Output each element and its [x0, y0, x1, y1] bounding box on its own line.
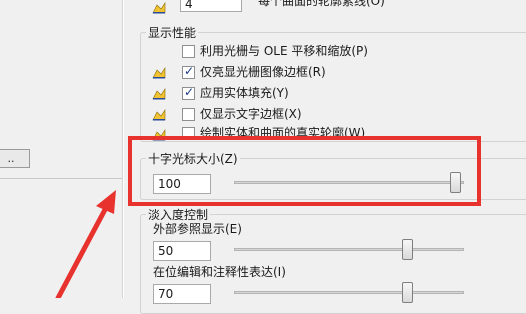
pointer-arrow-icon: [55, 190, 116, 298]
